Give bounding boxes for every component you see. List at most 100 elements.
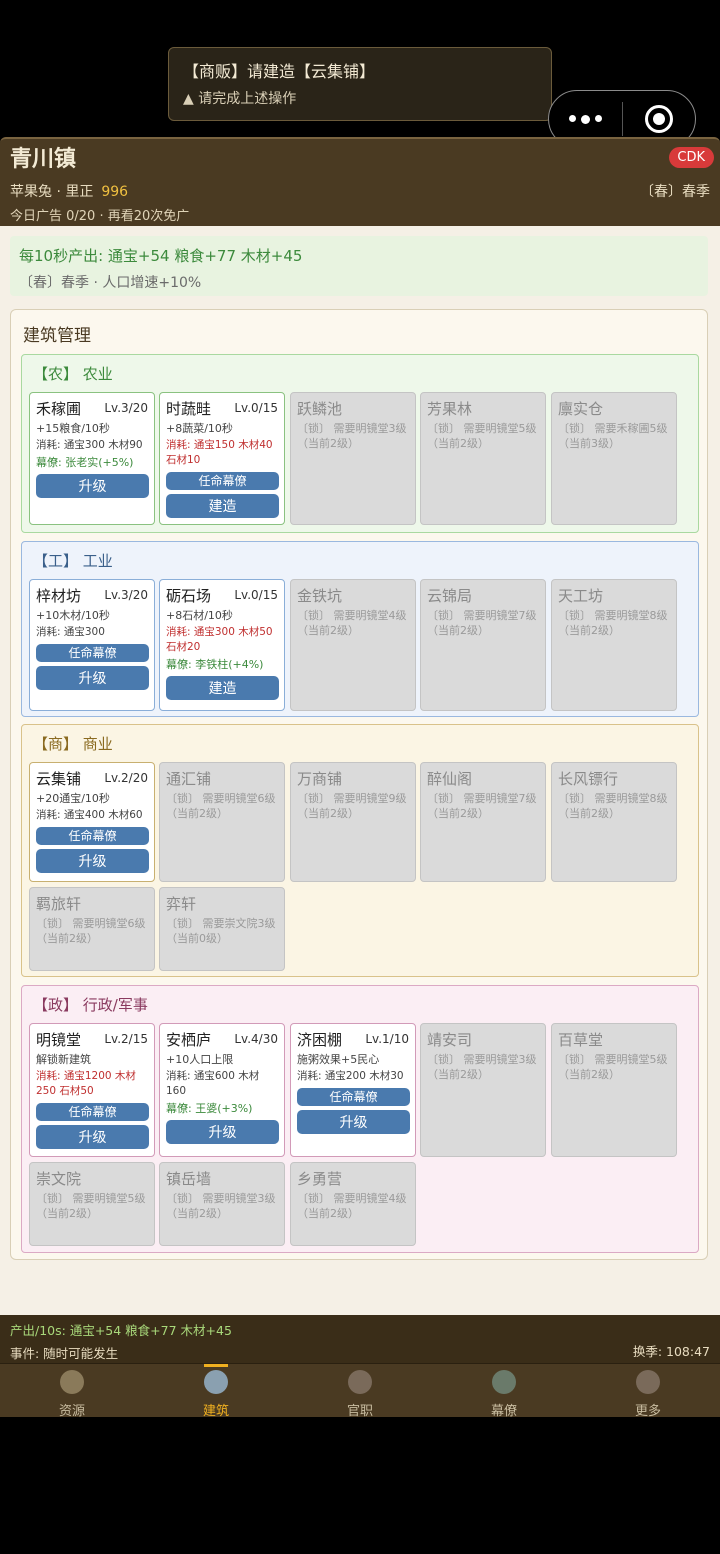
building-card[interactable]: 云集铺 Lv.2/20 +20通宝/10秒 消耗: 通宝400 木材60 任命幕僚 升级 bbox=[29, 762, 155, 882]
tab-building[interactable]: 建筑 bbox=[144, 1364, 288, 1419]
assign-advisor-button[interactable]: 任命幕僚 bbox=[36, 644, 149, 662]
building-card-locked[interactable]: 镇岳墙〔锁〕 需要明镜堂3级（当前2级） bbox=[159, 1162, 285, 1246]
build-button[interactable]: 建造 bbox=[166, 494, 279, 518]
lock-requirement: 〔锁〕 需要崇文院3级（当前0级） bbox=[166, 917, 276, 945]
upgrade-button[interactable]: 升级 bbox=[36, 474, 149, 498]
tab-official[interactable]: 官职 bbox=[288, 1364, 432, 1419]
building-card-locked[interactable]: 芳果林 〔锁〕 需要明镜堂5级（当前2级） bbox=[420, 392, 546, 525]
building-card-locked[interactable]: 云锦局 〔锁〕 需要明镜堂7级（当前2级） bbox=[420, 579, 546, 711]
building-info: 消耗: 通宝200 木材30 bbox=[297, 1070, 404, 1082]
build-button[interactable]: 建造 bbox=[166, 676, 279, 700]
tab-label: 幕僚 bbox=[490, 1404, 517, 1419]
more-options-icon[interactable] bbox=[549, 114, 622, 124]
upgrade-button[interactable]: 升级 bbox=[36, 666, 149, 690]
tab-more[interactable]: 更多 bbox=[576, 1364, 720, 1419]
building-name: 万商铺 bbox=[297, 770, 343, 788]
building-info: 消耗: 通宝300 木材50 石材20 bbox=[166, 626, 273, 653]
tab-label: 建筑 bbox=[202, 1404, 229, 1419]
building-card[interactable]: 砺石场 Lv.0/15 +8石材/10秒 消耗: 通宝300 木材50 石材20 幕僚:… bbox=[159, 579, 285, 711]
production-rate: 每10秒产出: 通宝+54 粮食+77 木材+45 bbox=[19, 247, 303, 265]
building-info: 消耗: 通宝400 木材60 bbox=[36, 809, 143, 821]
lock-requirement: 〔锁〕 需要明镜堂8级（当前2级） bbox=[558, 792, 668, 820]
tab-resource[interactable]: 资源 bbox=[0, 1364, 144, 1419]
assign-advisor-button[interactable]: 任命幕僚 bbox=[36, 1103, 149, 1121]
season-bonus: 〔春〕春季 · 人口增速+10% bbox=[19, 275, 202, 291]
official-icon bbox=[348, 1370, 372, 1394]
building-info: 解锁新建筑 bbox=[36, 1053, 91, 1066]
building-info: 消耗: 通宝1200 木材250 石材50 bbox=[36, 1070, 136, 1097]
building-card-locked[interactable]: 崇文院 〔锁〕 需要明镜堂5级（当前2级） bbox=[29, 1162, 155, 1246]
upgrade-button[interactable]: 升级 bbox=[297, 1110, 410, 1134]
season-timer: 换季: 108:47 bbox=[632, 1344, 710, 1359]
building-info: 消耗: 通宝300 bbox=[36, 626, 105, 638]
building-card-locked[interactable]: 百草堂 〔锁〕 需要明镜堂5级（当前2级） bbox=[551, 1023, 677, 1157]
tab-label: 官职 bbox=[346, 1404, 373, 1419]
assign-advisor-button[interactable]: 任命幕僚 bbox=[36, 827, 149, 845]
building-card[interactable]: 济困棚 Lv.1/10 施粥效果+5民心 消耗: 通宝200 木材30 任命幕僚 升级 bbox=[290, 1023, 416, 1157]
production-summary: 每10秒产出: 通宝+54 粮食+77 木材+45 〔春〕春季 · 人口增速+1… bbox=[10, 236, 708, 296]
building-card-locked[interactable]: 羁旅轩 〔锁〕 需要明镜堂6级（当前2级） bbox=[29, 887, 155, 971]
building-name: 跃鳞池 bbox=[297, 400, 343, 418]
lock-requirement: 〔锁〕 需要禾稼圃5级（当前3级） bbox=[558, 422, 668, 450]
building-info: 消耗: 通宝150 木材40 石材10 bbox=[166, 439, 273, 466]
lock-requirement: 〔锁〕 需要明镜堂7级（当前2级） bbox=[427, 609, 537, 637]
category-section: 【农】 农业禾稼圃 Lv.3/20 +15粮食/10秒 消耗: 通宝300 木材90 幕… bbox=[21, 354, 699, 533]
building-card-locked[interactable]: 乡勇营〔锁〕 需要明镜堂4级（当前2级） bbox=[290, 1162, 416, 1246]
cdk-label: CDK bbox=[677, 150, 705, 165]
building-name: 百草堂 bbox=[558, 1031, 604, 1049]
category-title: 【农】 农业 bbox=[33, 365, 113, 383]
building-info: +10木材/10秒 bbox=[36, 609, 110, 622]
upgrade-button[interactable]: 升级 bbox=[36, 1125, 149, 1149]
guide-toast: 【商贩】请建造【云集铺】 ▲ 请完成上述操作 bbox=[168, 47, 552, 121]
building-card-locked[interactable]: 靖安司 〔锁〕 需要明镜堂3级（当前2级） bbox=[420, 1023, 546, 1157]
building-level: Lv.3/20 bbox=[104, 401, 148, 415]
building-card-locked[interactable]: 廪实仓〔锁〕 需要禾稼圃5级（当前3级） bbox=[551, 392, 677, 525]
building-card-locked[interactable]: 金铁坑 〔锁〕 需要明镜堂4级（当前2级） bbox=[290, 579, 416, 711]
building-card-locked[interactable]: 长风镖行 〔锁〕 需要明镜堂8级（当前2级） bbox=[551, 762, 677, 882]
lock-requirement: 〔锁〕 需要明镜堂4级（当前2级） bbox=[297, 1192, 407, 1220]
building-card[interactable]: 明镜堂 Lv.2/15 解锁新建筑 消耗: 通宝1200 木材250 石材50 任命幕僚… bbox=[29, 1023, 155, 1157]
status-footer: 产出/10s: 通宝+54 粮食+77 木材+45 事件: 随时可能发生 换季:… bbox=[0, 1315, 720, 1363]
lock-requirement: 〔锁〕 需要明镜堂6级（当前2级） bbox=[36, 917, 146, 945]
category-section: 【工】 工业 梓材坊 Lv.3/20 +10木材/10秒 消耗: 通宝300 任命幕僚 升级… bbox=[21, 541, 699, 717]
building-card[interactable]: 梓材坊 Lv.3/20 +10木材/10秒 消耗: 通宝300 任命幕僚 升级 bbox=[29, 579, 155, 711]
building-card-locked[interactable]: 天工坊 〔锁〕 需要明镜堂8级（当前2级） bbox=[551, 579, 677, 711]
building-card[interactable]: 时蔬畦 Lv.0/15 +8蔬菜/10秒 消耗: 通宝150 木材40 石材10 任命幕… bbox=[159, 392, 285, 525]
assign-advisor-button[interactable]: 任命幕僚 bbox=[297, 1088, 410, 1106]
footer-event: 事件: 随时可能发生 bbox=[10, 1346, 119, 1361]
cdk-button[interactable]: CDK bbox=[669, 147, 714, 168]
building-icon bbox=[204, 1370, 228, 1394]
building-info: +8蔬菜/10秒 bbox=[166, 422, 233, 435]
tab-advisor[interactable]: 幕僚 bbox=[432, 1364, 576, 1419]
building-card[interactable]: 禾稼圃 Lv.3/20 +15粮食/10秒 消耗: 通宝300 木材90 幕僚: 张老实… bbox=[29, 392, 155, 525]
lock-requirement: 〔锁〕 需要明镜堂3级（当前2级） bbox=[297, 422, 407, 450]
building-card-locked[interactable]: 跃鳞池〔锁〕 需要明镜堂3级（当前2级） bbox=[290, 392, 416, 525]
season-label: 〔春〕春季 bbox=[640, 184, 710, 200]
upgrade-button[interactable]: 升级 bbox=[36, 849, 149, 873]
upgrade-button[interactable]: 升级 bbox=[166, 1120, 279, 1144]
tab-label: 更多 bbox=[634, 1404, 661, 1419]
building-card-locked[interactable]: 万商铺〔锁〕 需要明镜堂9级（当前2级） bbox=[290, 762, 416, 882]
category-title: 【政】 行政/军事 bbox=[33, 996, 148, 1014]
building-card-locked[interactable]: 通汇铺 〔锁〕 需要明镜堂6级（当前2级） bbox=[159, 762, 285, 882]
building-name: 金铁坑 bbox=[297, 587, 343, 605]
building-info: 幕僚: 张老实(+5%) bbox=[36, 456, 134, 469]
lock-requirement: 〔锁〕 需要明镜堂9级（当前2级） bbox=[297, 792, 407, 820]
building-card-locked[interactable]: 醉仙阁 〔锁〕 需要明镜堂7级（当前2级） bbox=[420, 762, 546, 882]
building-name: 通汇铺 bbox=[166, 770, 212, 788]
building-card[interactable]: 安栖庐 Lv.4/30 +10人口上限 消耗: 通宝600 木材160 幕僚: 王婆(+… bbox=[159, 1023, 285, 1157]
assign-advisor-button[interactable]: 任命幕僚 bbox=[166, 472, 279, 490]
lock-requirement: 〔锁〕 需要明镜堂3级（当前2级） bbox=[166, 1192, 276, 1220]
building-card-locked[interactable]: 弈轩 〔锁〕 需要崇文院3级（当前0级） bbox=[159, 887, 285, 971]
building-level: Lv.0/15 bbox=[234, 588, 278, 602]
close-miniprogram-icon[interactable] bbox=[623, 105, 696, 133]
building-info: +8石材/10秒 bbox=[166, 609, 233, 622]
bottom-tabbar: 资源 建筑 官职 幕僚 更多 bbox=[0, 1363, 720, 1419]
building-name: 镇岳墙 bbox=[166, 1170, 212, 1188]
building-level: Lv.1/10 bbox=[365, 1032, 409, 1046]
building-name: 乡勇营 bbox=[297, 1170, 343, 1188]
building-name: 天工坊 bbox=[558, 587, 604, 605]
panel-title: 建筑管理 bbox=[23, 326, 91, 346]
building-info: +20通宝/10秒 bbox=[36, 792, 110, 805]
building-name: 廪实仓 bbox=[558, 400, 604, 418]
